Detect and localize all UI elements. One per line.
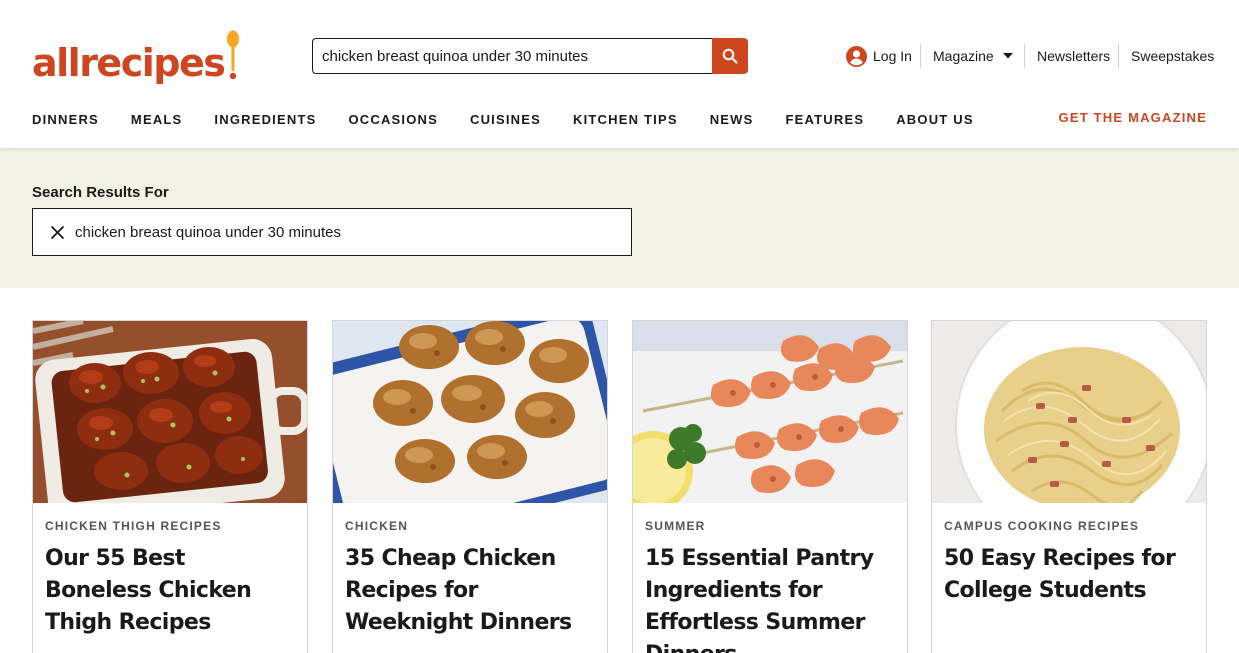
sweepstakes-link[interactable]: Sweepstakes: [1131, 44, 1214, 68]
search-icon: [722, 48, 738, 64]
card-category[interactable]: CHICKEN: [345, 519, 408, 533]
results-query-text: chicken breast quinoa under 30 minutes: [75, 223, 342, 241]
nav-item-news[interactable]: NEWS: [710, 112, 754, 127]
account-icon: [846, 45, 867, 67]
nav-item-kitchen-tips[interactable]: KITCHEN TIPS: [573, 112, 678, 127]
nav-item-occasions[interactable]: OCCASIONS: [348, 112, 438, 127]
roasted-chicken-platter-image: [333, 321, 607, 503]
utility-divider: [1118, 44, 1119, 68]
card-title[interactable]: 35 Cheap Chicken Recipes for Weeknight D…: [345, 543, 597, 639]
spoon-icon: [227, 30, 240, 80]
shrimp-skewers-image: [633, 321, 907, 503]
search-button[interactable]: [712, 38, 748, 74]
card-category[interactable]: CHICKEN THIGH RECIPES: [45, 519, 222, 533]
nav-item-ingredients[interactable]: INGREDIENTS: [214, 112, 316, 127]
main-nav: DINNERS MEALS INGREDIENTS OCCASIONS CUIS…: [32, 110, 1006, 128]
search-input[interactable]: [312, 38, 712, 74]
close-icon[interactable]: [50, 225, 65, 240]
result-card[interactable]: CHICKEN THIGH RECIPES Our 55 Best Bonele…: [32, 320, 308, 653]
logo-wordmark: allrecipes: [32, 41, 226, 85]
spaghetti-bowl-image: [932, 321, 1206, 503]
site-header: allrecipes Log In Magazine New: [0, 0, 1239, 148]
sweepstakes-label: Sweepstakes: [1131, 48, 1215, 64]
search-results-header: Search Results For chicken breast quinoa…: [0, 148, 1239, 288]
newsletters-label: Newsletters: [1037, 48, 1111, 64]
nav-item-features[interactable]: FEATURES: [786, 112, 865, 127]
card-category[interactable]: CAMPUS COOKING RECIPES: [944, 519, 1139, 533]
card-title[interactable]: 50 Easy Recipes for College Students: [944, 543, 1196, 607]
chicken-thigh-dish-image: [33, 321, 307, 503]
result-card[interactable]: CAMPUS COOKING RECIPES 50 Easy Recipes f…: [931, 320, 1207, 653]
card-title[interactable]: 15 Essential Pantry Ingredients for Effo…: [645, 543, 897, 653]
nav-item-meals[interactable]: MEALS: [131, 112, 183, 127]
magazine-dropdown[interactable]: Magazine: [933, 44, 1013, 68]
card-image[interactable]: [932, 321, 1206, 503]
card-title[interactable]: Our 55 Best Boneless Chicken Thigh Recip…: [45, 543, 297, 639]
get-the-magazine-link[interactable]: GET THE MAGAZINE: [1059, 110, 1207, 125]
login-label: Log In: [873, 48, 912, 64]
nav-item-cuisines[interactable]: CUISINES: [470, 112, 541, 127]
result-card[interactable]: CHICKEN 35 Cheap Chicken Recipes for Wee…: [332, 320, 608, 653]
nav-item-dinners[interactable]: DINNERS: [32, 112, 99, 127]
magazine-label: Magazine: [933, 48, 994, 64]
allrecipes-logo[interactable]: allrecipes: [32, 30, 240, 82]
newsletters-link[interactable]: Newsletters: [1037, 44, 1110, 68]
caret-down-icon: [1002, 53, 1013, 59]
nav-item-about-us[interactable]: ABOUT US: [896, 112, 974, 127]
card-image[interactable]: [33, 321, 307, 503]
login-link[interactable]: Log In: [846, 44, 912, 68]
result-card[interactable]: SUMMER 15 Essential Pantry Ingredients f…: [632, 320, 908, 653]
results-query-field[interactable]: chicken breast quinoa under 30 minutes: [32, 208, 632, 256]
utility-divider: [1024, 44, 1025, 68]
card-category[interactable]: SUMMER: [645, 519, 706, 533]
header-search: [312, 38, 748, 74]
utility-divider: [920, 44, 921, 68]
card-image[interactable]: [633, 321, 907, 503]
search-results-label: Search Results For: [32, 184, 169, 201]
card-image[interactable]: [333, 321, 607, 503]
